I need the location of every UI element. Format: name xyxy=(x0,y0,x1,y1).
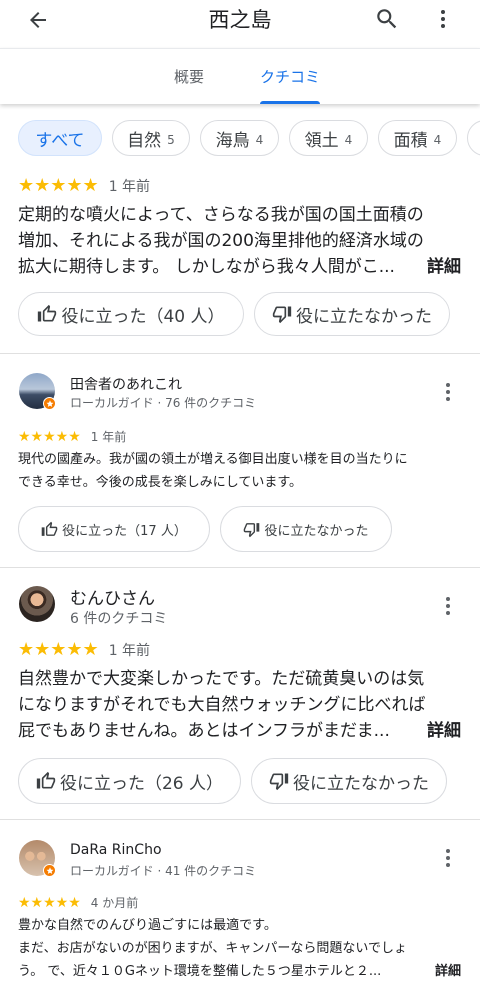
helpful-button[interactable]: 役に立った（40 人） xyxy=(18,292,244,336)
review-time: 1 年前 xyxy=(90,430,127,444)
more-vert-icon xyxy=(441,10,445,28)
review-line: 屁でもありませんね。あとはインフラがまだま... xyxy=(18,721,390,741)
star-icon: ★★★★★ xyxy=(18,175,99,196)
not-helpful-button[interactable]: 役に立たなかった xyxy=(220,506,392,552)
read-more-link[interactable]: 詳細 xyxy=(435,960,461,983)
chip-count: 4 xyxy=(433,133,442,147)
thumb-down-icon xyxy=(244,522,260,537)
star-rating: ★★★★★ 1 年前 xyxy=(18,428,126,445)
review-text: 豊かな自然でのんびり過ごすには最適です。 まだ、お店がないのが困りますが、キャン… xyxy=(18,914,473,983)
review-options-button[interactable] xyxy=(438,848,458,868)
review-time: 1 年前 xyxy=(108,179,151,195)
chip-area[interactable]: 面積 4 xyxy=(378,120,457,156)
chip-count: 4 xyxy=(255,133,264,147)
review-line: 定期的な噴火によって、さらなる我が国の国土面積の xyxy=(18,205,424,225)
star-badge-icon xyxy=(46,399,53,407)
review-line: 豊かな自然でのんびり過ごすには最適です。 xyxy=(18,918,277,933)
top-app-bar: 西之島 xyxy=(0,0,480,42)
helpful-label: 役に立った（17 人） xyxy=(62,523,187,539)
not-helpful-button[interactable]: 役に立たなかった xyxy=(251,758,447,804)
not-helpful-label: 役に立たなかった xyxy=(293,773,429,794)
chip-label: 面積 xyxy=(393,130,428,151)
review-text: 現代の國產み。我が國の領土が増える御目出度い様を目の当たりに できる幸せ。今後の… xyxy=(18,448,473,494)
chip-label: 領土 xyxy=(304,130,339,151)
review-line: できる幸せ。今後の成長を楽しみにしています。 xyxy=(18,475,303,490)
tab-bar: 概要 クチコミ xyxy=(0,48,480,104)
reviewer-name[interactable]: 田舎者のあれこれ xyxy=(70,374,182,394)
read-more-link[interactable]: 詳細 xyxy=(427,254,461,280)
chip-territory[interactable]: 領土 4 xyxy=(289,120,368,156)
avatar[interactable] xyxy=(19,586,55,622)
active-tab-indicator xyxy=(260,101,320,104)
star-badge-icon xyxy=(46,866,53,874)
page-title: 西之島 xyxy=(208,8,272,32)
star-icon: ★★★★★ xyxy=(18,639,99,660)
thumb-down-icon xyxy=(272,306,292,324)
review-card: むんひさん 6 件のクチコミ ★★★★★ 1 年前 自然豊かで大変楽しかったです… xyxy=(0,568,480,818)
reviewer-name[interactable]: むんひさん xyxy=(70,584,155,609)
review-line: 現代の國產み。我が國の領土が増える御目出度い様を目の当たりに xyxy=(18,452,408,467)
review-line: 増加、それによる我が国の200海里排他的経済水域の xyxy=(18,231,424,251)
review-options-button[interactable] xyxy=(438,596,458,616)
search-icon xyxy=(377,9,397,29)
search-button[interactable] xyxy=(372,4,402,34)
star-rating: ★★★★★ 4 か月前 xyxy=(18,894,138,911)
chip-seabirds[interactable]: 海鳥 4 xyxy=(200,120,279,156)
thumb-up-icon xyxy=(36,771,56,789)
review-card: ★★★★★ 1 年前 定期的な噴火によって、さらなる我が国の国土面積の 増加、そ… xyxy=(0,172,480,352)
review-line: 自然豊かで大変楽しかったです。ただ硫黄臭いのは気 xyxy=(18,669,425,689)
star-icon: ★★★★★ xyxy=(18,894,81,911)
not-helpful-label: 役に立たなかった xyxy=(296,306,432,327)
chip-more[interactable] xyxy=(467,120,480,156)
chip-count: 4 xyxy=(344,133,353,147)
thumb-down-icon xyxy=(269,773,289,791)
filter-chips: すべて 自然 5 海鳥 4 領土 4 面積 4 xyxy=(0,117,480,161)
local-guide-badge xyxy=(43,397,56,410)
helpful-label: 役に立った（40 人） xyxy=(61,306,225,327)
tab-reviews[interactable]: クチコミ xyxy=(260,66,320,87)
review-options-button[interactable] xyxy=(438,382,458,402)
read-more-link[interactable]: 詳細 xyxy=(427,718,461,744)
chip-label: 海鳥 xyxy=(215,130,250,151)
reviewer-name[interactable]: DaRa RinCho xyxy=(70,842,162,858)
star-icon: ★★★★★ xyxy=(18,428,81,445)
chip-count: 5 xyxy=(167,133,175,147)
review-line: になりますがそれでも大自然ウォッチングに比べれば xyxy=(18,695,426,715)
review-line: う。 で、近々１０Gネット環境を整備した５つ星ホテルと２... xyxy=(18,964,382,979)
review-line: 拡大に期待します。 しかしながら我々人間がこ... xyxy=(18,257,395,277)
reviewer-meta: ローカルガイド · 76 件のクチコミ xyxy=(70,396,257,410)
chip-nature[interactable]: 自然 5 xyxy=(112,120,190,156)
chip-label: 自然 xyxy=(127,130,162,151)
thumb-up-icon xyxy=(38,304,57,322)
more-options-button[interactable] xyxy=(428,4,458,34)
review-text: 自然豊かで大変楽しかったです。ただ硫黄臭いのは気 になりますがそれでも大自然ウォ… xyxy=(18,666,468,744)
review-time: 1 年前 xyxy=(108,643,151,659)
reviewer-meta: 6 件のクチコミ xyxy=(70,611,168,627)
tab-overview[interactable]: 概要 xyxy=(174,66,204,87)
thumb-up-icon xyxy=(41,521,58,536)
review-time: 4 か月前 xyxy=(90,896,139,910)
not-helpful-button[interactable]: 役に立たなかった xyxy=(254,292,450,336)
star-rating: ★★★★★ 1 年前 xyxy=(18,640,150,660)
helpful-label: 役に立った（26 人） xyxy=(59,773,224,794)
helpful-button[interactable]: 役に立った（26 人） xyxy=(18,758,241,804)
star-rating: ★★★★★ 1 年前 xyxy=(18,176,150,196)
review-card: 田舎者のあれこれ ローカルガイド · 76 件のクチコミ ★★★★★ 1 年前 … xyxy=(0,354,480,566)
review-card: DaRa RinCho ローカルガイド · 41 件のクチコミ ★★★★★ 4 … xyxy=(0,820,480,985)
chip-all[interactable]: すべて xyxy=(18,120,102,156)
review-line: まだ、お店がないのが困りますが、キャンパーなら問題ないでしょ xyxy=(18,941,407,956)
chip-label: すべて xyxy=(35,130,85,151)
review-text: 定期的な噴火によって、さらなる我が国の国土面積の 増加、それによる我が国の200… xyxy=(18,202,468,280)
reviewer-meta: ローカルガイド · 41 件のクチコミ xyxy=(70,864,257,878)
helpful-button[interactable]: 役に立った（17 人） xyxy=(18,506,210,552)
local-guide-badge xyxy=(43,864,56,877)
not-helpful-label: 役に立たなかった xyxy=(264,523,369,539)
